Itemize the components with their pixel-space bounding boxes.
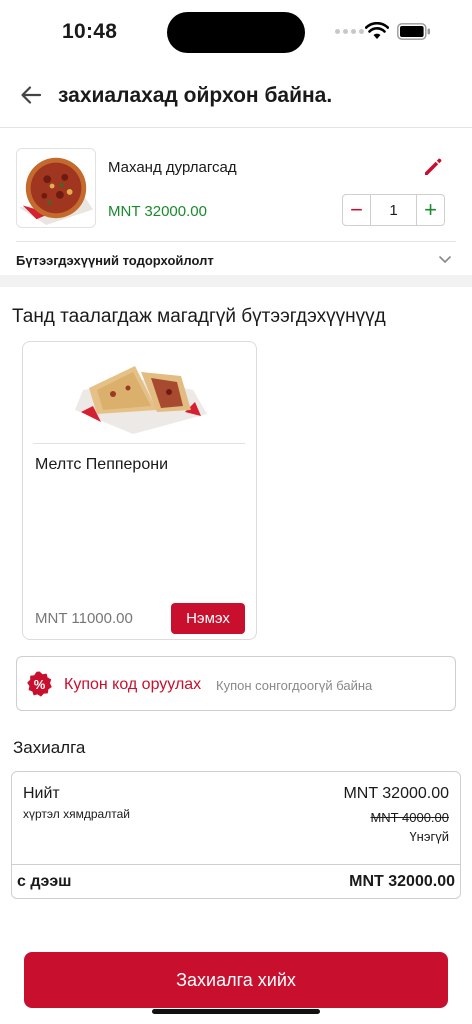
divider	[12, 864, 460, 865]
quantity-value: 1	[389, 201, 398, 219]
place-order-button[interactable]: Захиалга хийх	[24, 952, 448, 1008]
item-name: Маханд дурлагсад	[108, 159, 237, 176]
total-value: MNT 32000.00	[343, 785, 449, 802]
status-time: 10:48	[62, 20, 118, 43]
product-image	[75, 366, 207, 434]
order-summary-title: Захиалга	[13, 738, 86, 757]
battery-icon	[397, 23, 430, 40]
delivery-label: хүртэл хямдралтай	[23, 807, 130, 821]
total-label: Нийт	[23, 785, 60, 802]
grand-total-value: MNT 32000.00	[349, 873, 455, 890]
section-separator	[0, 275, 472, 287]
increase-quantity-button[interactable]: +	[416, 195, 444, 225]
dynamic-island	[167, 12, 305, 53]
grand-total-label: с дээш	[17, 873, 72, 890]
home-indicator	[152, 1009, 320, 1014]
product-details-toggle[interactable]: Бүтээгдэхүүний тодорхойлолт	[16, 253, 214, 268]
back-arrow-icon[interactable]	[18, 82, 44, 108]
cart-item: Маханд дурлагсад MNT 32000.00 − 1 + Бүтэ…	[0, 129, 472, 275]
divider	[33, 443, 245, 444]
product-card[interactable]: Мелтс Пепперони MNT 11000.00 Нэмэх	[22, 341, 257, 640]
coupon-badge-icon: %	[27, 671, 52, 697]
add-to-cart-button[interactable]: Нэмэх	[171, 603, 245, 634]
product-price: MNT 11000.00	[35, 610, 133, 627]
divider	[16, 241, 456, 242]
coupon-field[interactable]: % Купон код оруулах Купон сонгогдоогүй б…	[16, 656, 456, 711]
chevron-down-icon[interactable]	[437, 251, 453, 267]
wifi-icon	[365, 22, 389, 39]
signal-icon	[335, 29, 364, 34]
percent-glyph: %	[34, 677, 46, 692]
page-header: захиалахад ойрхон байна.	[0, 64, 472, 128]
coupon-label[interactable]: Купон код оруулах	[64, 676, 201, 694]
order-summary: Нийт MNT 32000.00 хүртэл хямдралтай MNT …	[11, 771, 461, 899]
item-price: MNT 32000.00	[108, 203, 207, 220]
page-title: захиалахад ойрхон байна.	[58, 84, 333, 107]
coupon-status: Купон сонгогдоогүй байна	[216, 678, 373, 693]
quantity-stepper: − 1 +	[342, 194, 445, 226]
pizza-image	[16, 148, 96, 228]
edit-pencil-icon[interactable]	[422, 156, 444, 178]
delivery-old-price: MNT 4000.00	[370, 810, 449, 825]
status-bar: 10:48	[0, 0, 472, 64]
delivery-free-label: Үнэгүй	[409, 829, 449, 844]
decrease-quantity-button[interactable]: −	[343, 195, 371, 225]
suggestions-title: Танд таалагдаж магадгүй бүтээгдэхүүнүүд	[12, 306, 386, 327]
product-name: Мелтс Пепперони	[35, 456, 168, 473]
